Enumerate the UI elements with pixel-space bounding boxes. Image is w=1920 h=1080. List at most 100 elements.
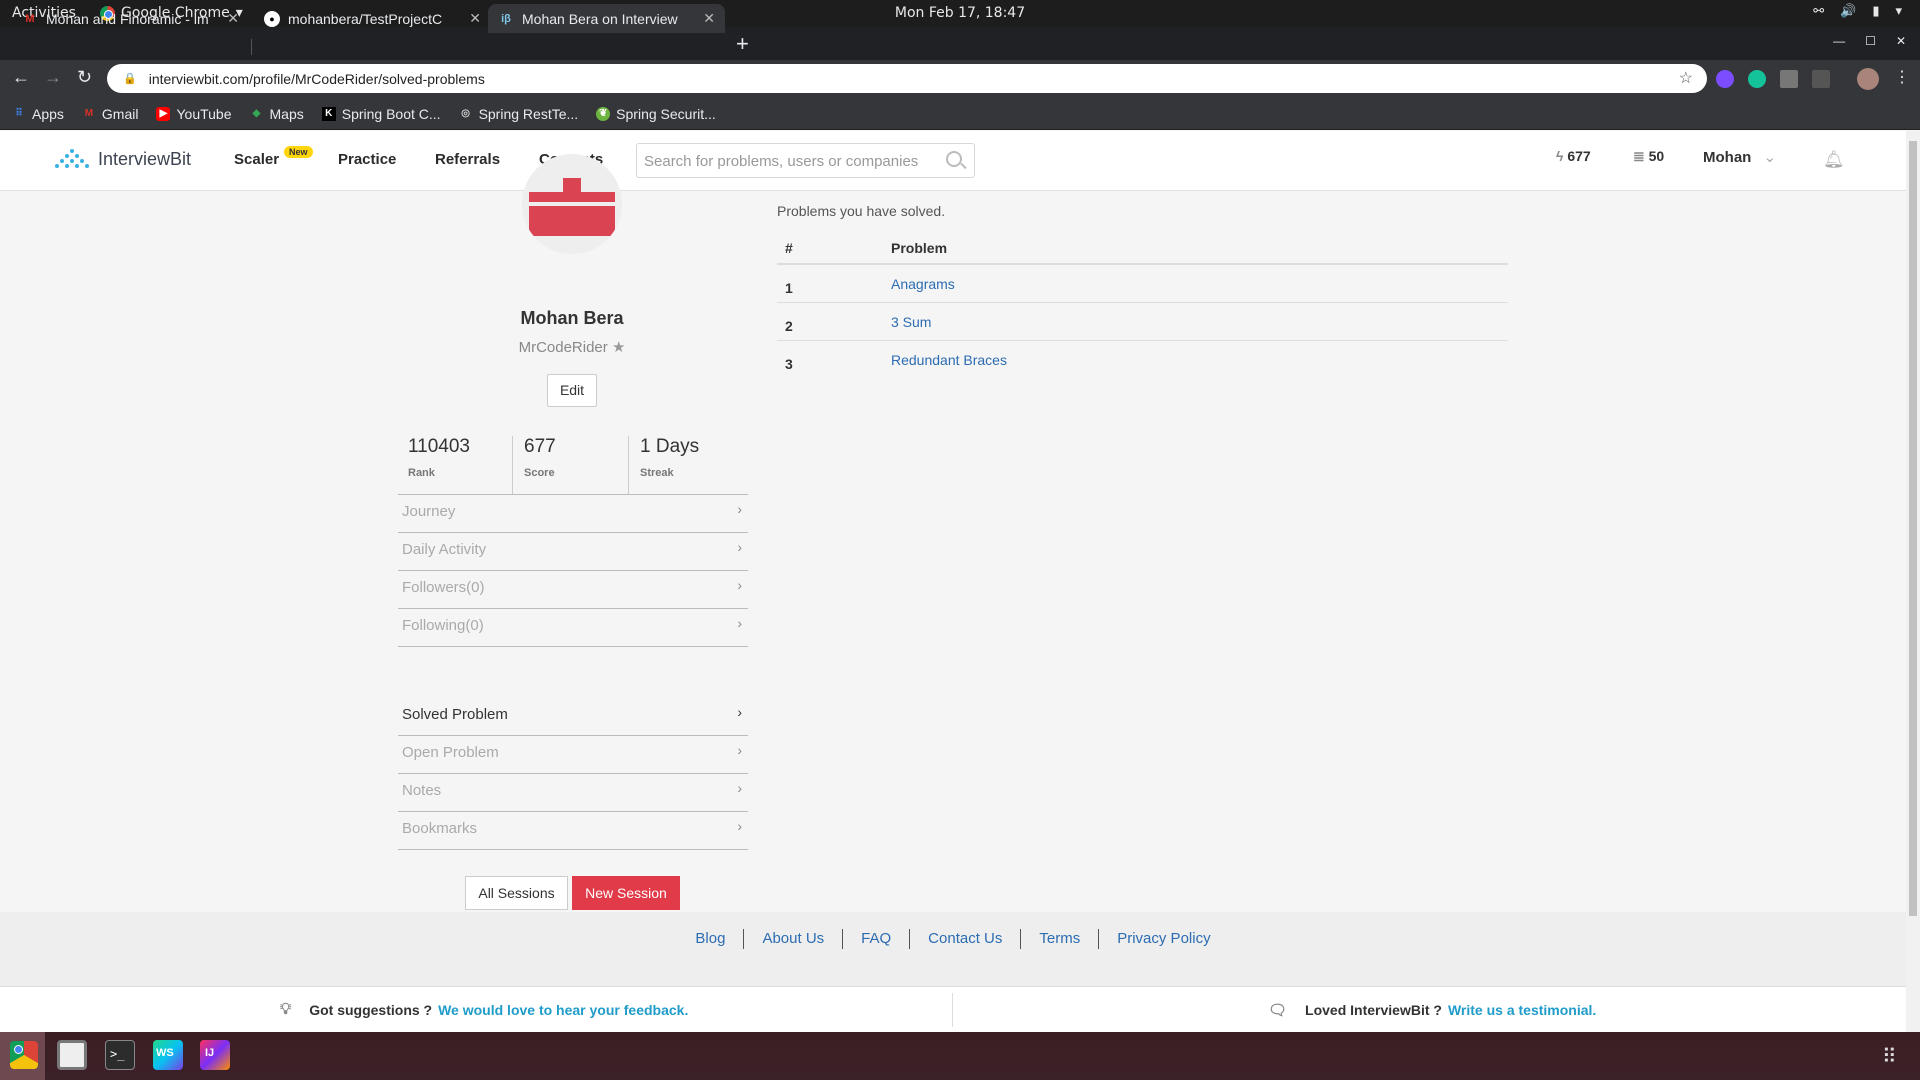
back-icon[interactable]: ←	[12, 67, 30, 88]
search-input[interactable]: Search for problems, users or companies	[636, 143, 975, 178]
table-row: 3 Redundant Braces	[777, 341, 1508, 379]
footer-link-terms[interactable]: Terms	[1021, 929, 1100, 949]
page-scrollbar[interactable]	[1906, 131, 1920, 1032]
close-icon[interactable]: ✕	[227, 10, 239, 27]
tab-separator	[251, 39, 252, 55]
footer-link-faq[interactable]: FAQ	[843, 929, 911, 949]
footer-link-about[interactable]: About Us	[744, 929, 844, 949]
forward-icon[interactable]: →	[44, 67, 62, 88]
user-menu[interactable]: Mohan ⌄	[1703, 148, 1776, 166]
search-placeholder: Search for problems, users or companies	[644, 153, 919, 170]
maps-icon: ◆	[252, 107, 261, 119]
bookmark-gmail[interactable]: M Gmail	[82, 106, 139, 122]
lock-icon[interactable]: 🔒	[123, 72, 137, 85]
menu-label: Journey	[402, 503, 456, 520]
menu-daily-activity[interactable]: Daily Activity ›	[398, 533, 748, 571]
edit-profile-button[interactable]: Edit	[547, 374, 597, 407]
problem-link[interactable]: Redundant Braces	[891, 352, 1007, 368]
footer-link-privacy[interactable]: Privacy Policy	[1099, 929, 1228, 949]
site-header: InterviewBit Scaler New Practice Referra…	[0, 131, 1906, 191]
menu-followers[interactable]: Followers(0) ›	[398, 571, 748, 609]
close-icon[interactable]: ✕	[703, 10, 715, 27]
profile-avatar[interactable]	[1857, 68, 1879, 90]
browser-tab[interactable]: M Mohan and Finoramic - im ✕	[12, 4, 249, 33]
browser-tab[interactable]: ● mohanbera/TestProjectC ✕	[254, 4, 491, 33]
footer-link-contact[interactable]: Contact Us	[910, 929, 1022, 949]
bookmark-apps[interactable]: ⠿ Apps	[12, 106, 64, 122]
scrollbar-thumb[interactable]	[1909, 141, 1917, 916]
footer-links: Blog About Us FAQ Contact Us Terms Priva…	[0, 929, 1906, 949]
nav-practice[interactable]: Practice	[338, 151, 396, 168]
stat-rank: 110403 Rank	[398, 436, 470, 494]
header-score-value: 677	[1567, 148, 1591, 164]
files-icon[interactable]	[57, 1040, 87, 1070]
stat-streak: 1 Days Streak	[630, 436, 699, 494]
problem-link[interactable]: Anagrams	[891, 276, 955, 292]
solved-problems-table: # Problem 1 Anagrams 2 3 Sum 3 Redundant…	[777, 230, 1508, 379]
caret-down-icon: ▾	[1895, 4, 1902, 19]
table-row: 1 Anagrams	[777, 265, 1508, 303]
new-tab-button[interactable]: +	[736, 31, 749, 57]
avatar-image	[529, 178, 615, 236]
bell-icon[interactable]: 🔔︎	[1823, 150, 1845, 170]
browser-tab-active[interactable]: iβ Mohan Bera on Interview ✕	[488, 4, 725, 33]
close-icon[interactable]: ✕	[469, 10, 481, 27]
chevron-right-icon: ›	[737, 818, 742, 834]
nav-referrals[interactable]: Referrals	[435, 151, 500, 168]
nav-label: Scaler	[234, 151, 280, 168]
menu-notes[interactable]: Notes ›	[398, 774, 748, 812]
bookmark-spring-resttemplate[interactable]: ◎ Spring RestTe...	[459, 106, 578, 122]
address-bar[interactable]: 🔒 interviewbit.com/profile/MrCodeRider/s…	[107, 64, 1707, 93]
bookmark-youtube[interactable]: ▶ YouTube	[156, 106, 232, 122]
reload-icon[interactable]: ↻	[77, 67, 92, 88]
menu-journey[interactable]: Journey ›	[398, 495, 748, 533]
menu-open-problem[interactable]: Open Problem ›	[398, 736, 748, 774]
terminal-icon[interactable]: >_	[105, 1040, 135, 1070]
chevron-right-icon: ›	[737, 539, 742, 555]
all-sessions-button[interactable]: All Sessions	[465, 876, 568, 910]
header-coins[interactable]: ≣ 50	[1633, 148, 1664, 165]
show-apps-grid-icon[interactable]: ⠿	[1882, 1044, 1897, 1069]
menu-following[interactable]: Following(0) ›	[398, 609, 748, 647]
bookmark-spring-boot[interactable]: K Spring Boot C...	[321, 105, 441, 122]
suggest-text: Got suggestions ?	[309, 1002, 433, 1018]
testimonial-link[interactable]: Write us a testimonial.	[1448, 1002, 1596, 1018]
new-session-button[interactable]: New Session	[572, 876, 680, 910]
chrome-icon[interactable]	[10, 1041, 38, 1069]
extension-icon[interactable]	[1716, 70, 1734, 88]
nav-scaler[interactable]: Scaler New	[234, 146, 313, 168]
table-row: 2 3 Sum	[777, 303, 1508, 341]
menu-label: Notes	[402, 782, 442, 799]
kebab-menu-icon[interactable]: ⋮	[1894, 67, 1910, 87]
coin-stack-icon: ≣	[1633, 148, 1645, 164]
problem-link[interactable]: 3 Sum	[891, 314, 931, 330]
close-window-icon[interactable]: ✕	[1896, 34, 1906, 48]
bookmark-maps[interactable]: ◆ Maps	[250, 106, 304, 122]
compass-icon: ◎	[461, 107, 470, 119]
user-menu-label: Mohan	[1703, 149, 1752, 166]
bookmark-label: Spring Boot C...	[341, 105, 441, 122]
bookmark-star-icon[interactable]: ☆	[1679, 68, 1693, 88]
maximize-icon[interactable]: ☐	[1865, 34, 1876, 48]
minimize-icon[interactable]: —	[1833, 34, 1845, 48]
extension-icon[interactable]	[1812, 70, 1830, 88]
menu-solved-problem[interactable]: Solved Problem ›	[398, 698, 748, 736]
bookmark-spring-security[interactable]: ❦ Spring Securit...	[596, 106, 716, 122]
menu-bookmarks[interactable]: Bookmarks ›	[398, 812, 748, 850]
footer-link-blog[interactable]: Blog	[677, 929, 745, 949]
system-tray[interactable]: ⚯ 🔊 ▮ ▾	[1813, 4, 1902, 19]
chevron-right-icon: ›	[737, 780, 742, 796]
search-icon[interactable]	[946, 151, 962, 167]
intellij-icon[interactable]: IJ	[200, 1040, 230, 1070]
extension-icon[interactable]	[1780, 70, 1798, 88]
stat-label: Streak	[640, 467, 674, 479]
header-score[interactable]: ϟ 677	[1556, 148, 1591, 164]
stat-value: 677	[524, 436, 556, 457]
bookmark-label: Spring Securit...	[616, 105, 716, 122]
url-text: interviewbit.com/profile/MrCodeRider/sol…	[148, 70, 485, 87]
webstorm-icon[interactable]: WS	[153, 1040, 183, 1070]
feedback-link[interactable]: We would love to hear your feedback.	[438, 1002, 688, 1018]
grammarly-icon[interactable]	[1748, 70, 1766, 88]
interviewbit-logo[interactable]: InterviewBit	[52, 148, 191, 170]
interviewbit-icon: iβ	[501, 12, 511, 25]
